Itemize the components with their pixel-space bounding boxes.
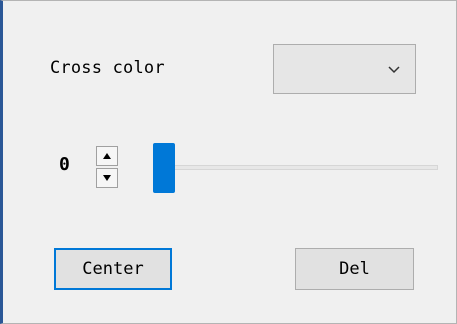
cross-color-label: Cross color [50,58,165,78]
delete-button[interactable]: Del [295,248,414,290]
spinner-down-button[interactable] [96,168,118,188]
spinner-value: 0 [59,154,70,175]
value-slider[interactable] [153,143,438,193]
cross-settings-panel: Cross color 0 Center Del [0,0,457,324]
slider-track [153,165,438,170]
spinner-up-button[interactable] [96,146,118,166]
arrow-down-icon [103,175,111,181]
value-spinner [96,146,118,188]
slider-thumb[interactable] [153,143,175,193]
chevron-down-icon [388,66,400,74]
arrow-up-icon [103,153,111,159]
center-button[interactable]: Center [54,248,172,290]
cross-color-dropdown[interactable] [273,44,416,94]
